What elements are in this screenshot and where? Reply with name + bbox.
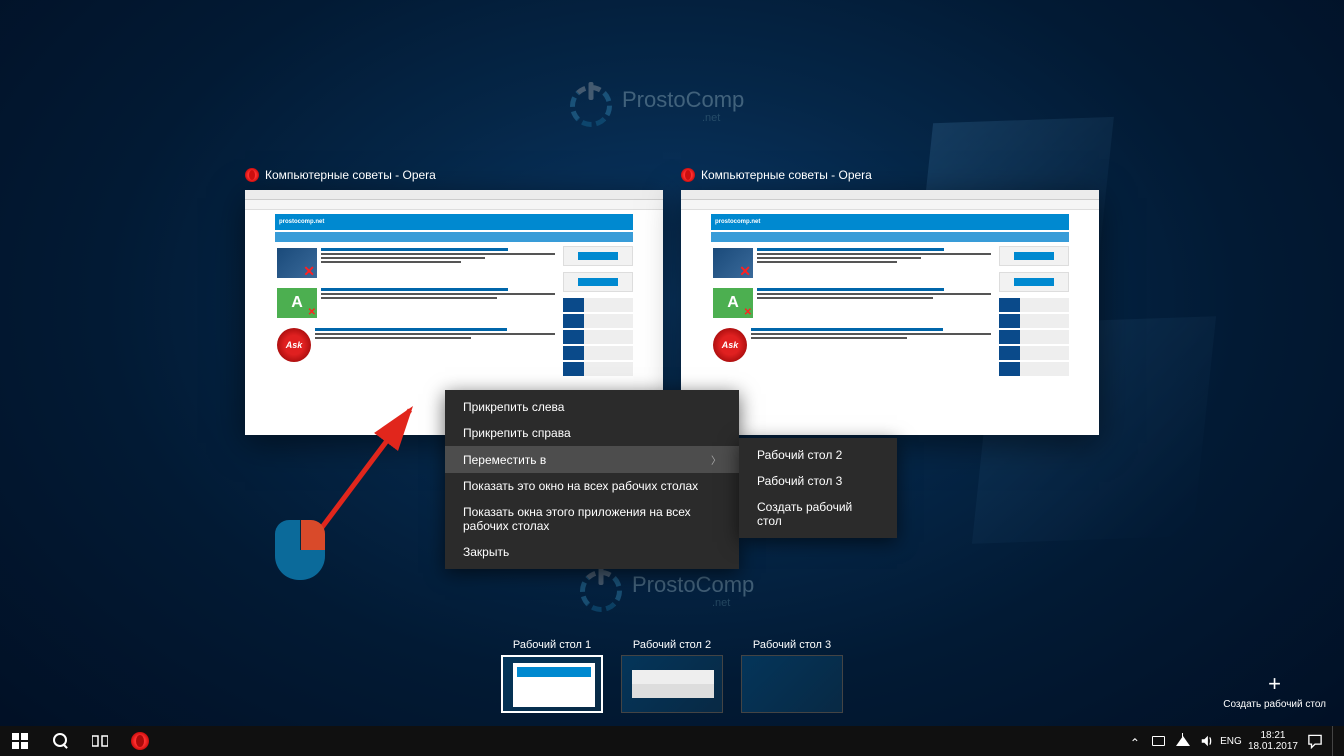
task-window-2[interactable]: Компьютерные советы - Opera ✕ prostocomp… bbox=[681, 190, 1099, 435]
new-desktop-button[interactable]: + Создать рабочий стол bbox=[1223, 673, 1326, 710]
desktop-thumbnail[interactable] bbox=[741, 655, 843, 713]
show-desktop-button[interactable] bbox=[1332, 726, 1338, 756]
search-icon bbox=[53, 733, 67, 749]
desktop-1[interactable]: Рабочий стол 1 bbox=[501, 639, 603, 713]
menu-label: Прикрепить справа bbox=[463, 426, 571, 440]
clock[interactable]: 18:21 18.01.2017 bbox=[1248, 730, 1298, 752]
watermark-brand: ProstoComp bbox=[632, 572, 754, 597]
desktop-label: Рабочий стол 3 bbox=[753, 639, 831, 651]
menu-show-app-all[interactable]: Показать окна этого приложения на всех р… bbox=[445, 499, 739, 539]
submenu-new-desktop[interactable]: Создать рабочий стол bbox=[739, 494, 897, 534]
submenu-desktop-3[interactable]: Рабочий стол 3 bbox=[739, 468, 897, 494]
window-content-preview: prostocomp.net bbox=[681, 190, 1099, 435]
submenu-label: Рабочий стол 3 bbox=[757, 474, 842, 488]
window-title-bar: Компьютерные советы - Opera bbox=[245, 168, 436, 182]
start-button[interactable] bbox=[0, 726, 40, 756]
menu-label: Прикрепить слева bbox=[463, 400, 564, 414]
desktop-2[interactable]: Рабочий стол 2 bbox=[621, 639, 723, 713]
desktop-label: Рабочий стол 2 bbox=[633, 639, 711, 651]
menu-close[interactable]: Закрыть bbox=[445, 539, 739, 565]
clock-date: 18.01.2017 bbox=[1248, 741, 1298, 752]
context-menu: Прикрепить слева Прикрепить справа Перем… bbox=[445, 390, 739, 569]
menu-show-window-all[interactable]: Показать это окно на всех рабочих столах bbox=[445, 473, 739, 499]
watermark-suffix: .net bbox=[632, 597, 754, 609]
submenu-desktop-2[interactable]: Рабочий стол 2 bbox=[739, 442, 897, 468]
watermark-brand: ProstoComp bbox=[622, 87, 744, 112]
sound-icon[interactable] bbox=[1200, 734, 1214, 748]
task-view-button[interactable] bbox=[80, 726, 120, 756]
menu-label: Закрыть bbox=[463, 545, 509, 559]
watermark-top: ProstoComp .net bbox=[570, 85, 744, 127]
opera-taskbar-button[interactable] bbox=[120, 726, 160, 756]
menu-snap-right[interactable]: Прикрепить справа bbox=[445, 420, 739, 446]
battery-icon[interactable] bbox=[1152, 734, 1166, 748]
desktop-3[interactable]: Рабочий стол 3 bbox=[741, 639, 843, 713]
search-button[interactable] bbox=[40, 726, 80, 756]
opera-icon bbox=[681, 168, 695, 182]
chevron-right-icon: 〉 bbox=[711, 452, 721, 467]
submenu-label: Рабочий стол 2 bbox=[757, 448, 842, 462]
menu-label: Показать это окно на всех рабочих столах bbox=[463, 479, 698, 493]
desktop-thumbnail[interactable] bbox=[501, 655, 603, 713]
menu-label: Показать окна этого приложения на всех р… bbox=[463, 505, 721, 533]
watermark-bottom: ProstoComp .net bbox=[580, 570, 754, 612]
wifi-icon[interactable] bbox=[1176, 734, 1190, 748]
new-desktop-label: Создать рабочий стол bbox=[1223, 699, 1326, 710]
menu-move-to[interactable]: Переместить в 〉 bbox=[445, 446, 739, 473]
opera-icon bbox=[131, 732, 149, 750]
window-title: Компьютерные советы - Opera bbox=[265, 168, 436, 182]
task-view-icon bbox=[92, 733, 108, 749]
desktop-thumbnail[interactable] bbox=[621, 655, 723, 713]
desktop-label: Рабочий стол 1 bbox=[513, 639, 591, 651]
power-icon bbox=[570, 85, 612, 127]
system-tray: ENG 18:21 18.01.2017 bbox=[1128, 726, 1344, 756]
submenu-label: Создать рабочий стол bbox=[757, 500, 879, 528]
context-submenu: Рабочий стол 2 Рабочий стол 3 Создать ра… bbox=[739, 438, 897, 538]
window-title-bar: Компьютерные советы - Opera bbox=[681, 168, 872, 182]
menu-snap-left[interactable]: Прикрепить слева bbox=[445, 394, 739, 420]
watermark-suffix: .net bbox=[622, 112, 744, 124]
site-title: prostocomp.net bbox=[279, 219, 324, 225]
menu-label: Переместить в bbox=[463, 453, 546, 467]
desktop-strip: Рабочий стол 1 Рабочий стол 2 Рабочий ст… bbox=[0, 636, 1344, 716]
window-title: Компьютерные советы - Opera bbox=[701, 168, 872, 182]
clock-time: 18:21 bbox=[1248, 730, 1298, 741]
plus-icon: + bbox=[1223, 673, 1326, 695]
windows-icon bbox=[12, 733, 28, 749]
taskbar: ENG 18:21 18.01.2017 bbox=[0, 726, 1344, 756]
action-center-button[interactable] bbox=[1308, 734, 1322, 748]
power-icon bbox=[580, 570, 622, 612]
opera-icon bbox=[245, 168, 259, 182]
mouse-annotation-icon bbox=[275, 520, 325, 585]
site-title: prostocomp.net bbox=[715, 219, 760, 225]
language-indicator[interactable]: ENG bbox=[1224, 734, 1238, 748]
tray-overflow-button[interactable] bbox=[1128, 734, 1142, 748]
